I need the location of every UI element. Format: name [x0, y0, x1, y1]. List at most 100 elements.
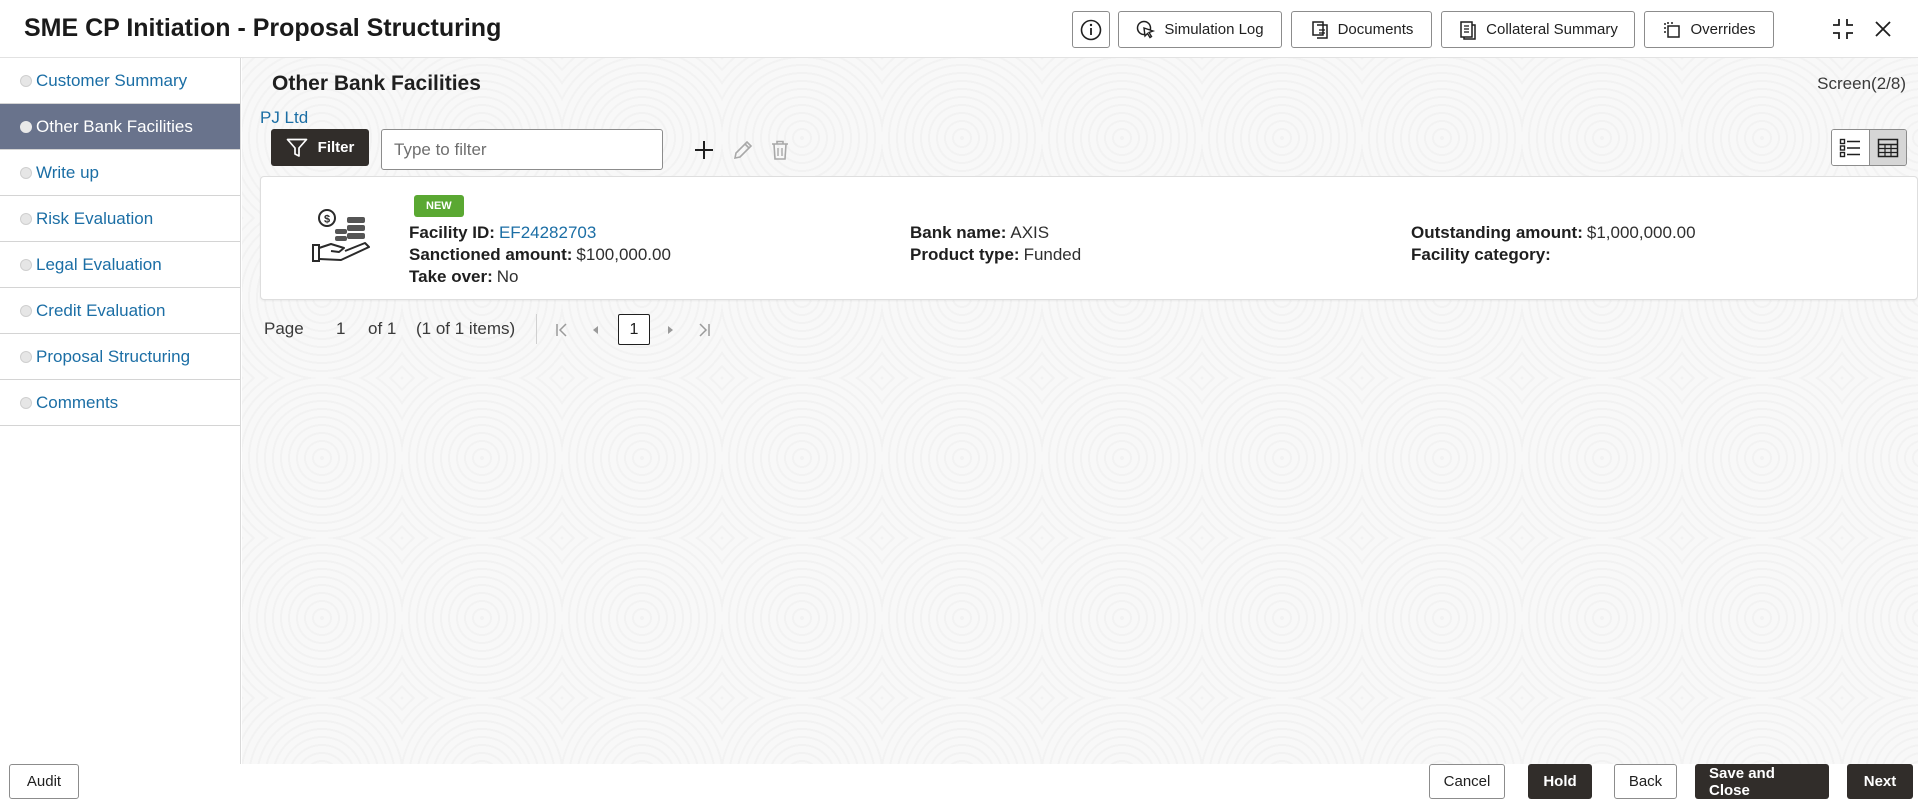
sanctioned-amount-value: $100,000.00	[576, 245, 671, 264]
collateral-summary-label: Collateral Summary	[1486, 21, 1618, 38]
facility-id-link[interactable]: EF24282703	[499, 223, 596, 242]
filter-input[interactable]	[381, 129, 663, 170]
last-page-icon	[699, 323, 710, 337]
step-dot	[20, 75, 32, 87]
trash-icon	[772, 140, 788, 160]
next-page-icon	[668, 326, 673, 334]
product-type-label: Product type:	[910, 245, 1020, 264]
sidebar-item-comments[interactable]: Comments	[0, 380, 240, 426]
sidebar-item-label: Other Bank Facilities	[36, 116, 193, 136]
screen-counter: Screen(2/8)	[1817, 74, 1906, 93]
takeover-field: Take over: No	[409, 267, 519, 287]
collateral-summary-button[interactable]: Collateral Summary	[1441, 11, 1635, 48]
documents-icon	[1311, 20, 1328, 39]
list-view-icon	[1840, 138, 1861, 157]
customer-link[interactable]: PJ Ltd	[260, 108, 308, 128]
bank-name-label: Bank name:	[910, 223, 1007, 242]
current-page-button[interactable]: 1	[618, 314, 650, 345]
collateral-icon	[1460, 20, 1476, 40]
section-title: Other Bank Facilities	[272, 72, 481, 95]
first-page-icon	[556, 323, 567, 337]
next-page-button[interactable]	[660, 320, 680, 340]
save-and-close-button[interactable]: Save and Close	[1695, 764, 1829, 799]
documents-button[interactable]: Documents	[1291, 11, 1432, 48]
prev-page-button[interactable]	[586, 320, 606, 340]
step-dot	[20, 213, 32, 225]
hold-button[interactable]: Hold	[1528, 764, 1592, 799]
first-page-button[interactable]	[552, 320, 572, 340]
sidebar-item-legal-evaluation[interactable]: Legal Evaluation	[0, 242, 240, 288]
sidebar-item-proposal-structuring[interactable]: Proposal Structuring	[0, 334, 240, 380]
svg-text:$: $	[324, 214, 330, 226]
close-icon	[1875, 21, 1891, 37]
close-button[interactable]	[1868, 14, 1898, 44]
overrides-label: Overrides	[1690, 21, 1756, 38]
filter-button[interactable]: Filter	[271, 129, 369, 166]
pencil-icon	[733, 140, 753, 160]
back-button[interactable]: Back	[1614, 764, 1677, 799]
sidebar-item-write-up[interactable]: Write up	[0, 150, 240, 196]
simulation-log-button[interactable]: Simulation Log	[1118, 11, 1282, 48]
overrides-icon	[1664, 21, 1681, 38]
app-header: SME CP Initiation - Proposal Structuring…	[0, 0, 1918, 58]
collapse-button[interactable]	[1828, 14, 1858, 44]
sidebar-item-credit-evaluation[interactable]: Credit Evaluation	[0, 288, 240, 334]
prev-page-icon	[593, 326, 598, 334]
sidebar-item-label: Customer Summary	[36, 70, 188, 90]
info-button[interactable]	[1072, 11, 1110, 48]
edit-button[interactable]	[729, 136, 757, 164]
footer-bar: Audit Cancel Hold Back Save and Close Ne…	[0, 764, 1918, 799]
list-view-button[interactable]	[1832, 130, 1870, 165]
money-hand-icon: $	[312, 209, 370, 262]
filter-button-label: Filter	[317, 139, 355, 156]
simulation-log-label: Simulation Log	[1164, 21, 1264, 38]
sidebar-item-label: Write up	[36, 162, 99, 182]
facility-id-field: Facility ID: EF24282703	[409, 223, 596, 243]
grid-view-button[interactable]	[1869, 130, 1906, 165]
collapse-icon	[1833, 19, 1853, 39]
facility-id-label: Facility ID:	[409, 223, 495, 242]
filter-icon	[286, 138, 308, 157]
bank-name-field: Bank name: AXIS	[910, 223, 1049, 243]
step-dot	[20, 259, 32, 271]
sidebar-item-other-bank-facilities[interactable]: Other Bank Facilities	[0, 104, 240, 150]
cancel-button[interactable]: Cancel	[1429, 764, 1505, 799]
next-button[interactable]: Next	[1847, 764, 1913, 799]
delete-button[interactable]	[766, 136, 794, 164]
overrides-button[interactable]: Overrides	[1644, 11, 1774, 48]
last-page-button[interactable]	[694, 320, 714, 340]
outstanding-amount-label: Outstanding amount:	[1411, 223, 1583, 242]
add-button[interactable]	[690, 136, 718, 164]
sidebar-item-label: Legal Evaluation	[36, 254, 162, 274]
audit-button[interactable]: Audit	[9, 764, 79, 799]
sidebar-item-label: Risk Evaluation	[36, 208, 154, 228]
bank-name-value: AXIS	[1010, 223, 1050, 242]
facility-category-field: Facility category:	[1411, 245, 1555, 265]
step-dot	[20, 305, 32, 317]
facility-card[interactable]: $ NEW Facility ID: EF24282703 Sanctioned …	[260, 176, 1918, 300]
page-title: SME CP Initiation - Proposal Structuring	[24, 14, 502, 42]
plus-icon	[695, 141, 713, 159]
page-of-label: of 1	[368, 319, 397, 338]
sidebar-item-customer-summary[interactable]: Customer Summary	[0, 58, 240, 104]
table-view-icon	[1877, 138, 1898, 157]
facility-category-label: Facility category:	[1411, 245, 1551, 264]
sidebar-item-label: Proposal Structuring	[36, 346, 191, 366]
product-type-value: Funded	[1023, 245, 1082, 264]
cursor-click-icon	[1137, 20, 1156, 38]
sidebar-item-risk-evaluation[interactable]: Risk Evaluation	[0, 196, 240, 242]
info-icon	[1080, 19, 1102, 40]
page-label: Page	[264, 319, 304, 338]
sidebar-item-label: Credit Evaluation	[36, 300, 166, 320]
outstanding-amount-value: $1,000,000.00	[1586, 223, 1696, 242]
takeover-label: Take over:	[409, 267, 493, 286]
sanctioned-amount-label: Sanctioned amount:	[409, 245, 573, 264]
step-dot	[20, 397, 32, 409]
sanctioned-amount-field: Sanctioned amount: $100,000.00	[409, 245, 671, 265]
step-dot	[20, 121, 32, 133]
page-number-input[interactable]: 1	[336, 319, 345, 339]
sidebar-item-label: Comments	[36, 392, 119, 412]
documents-label: Documents	[1337, 21, 1414, 38]
outstanding-amount-field: Outstanding amount: $1,000,000.00	[1411, 223, 1696, 243]
step-dot	[20, 167, 32, 179]
